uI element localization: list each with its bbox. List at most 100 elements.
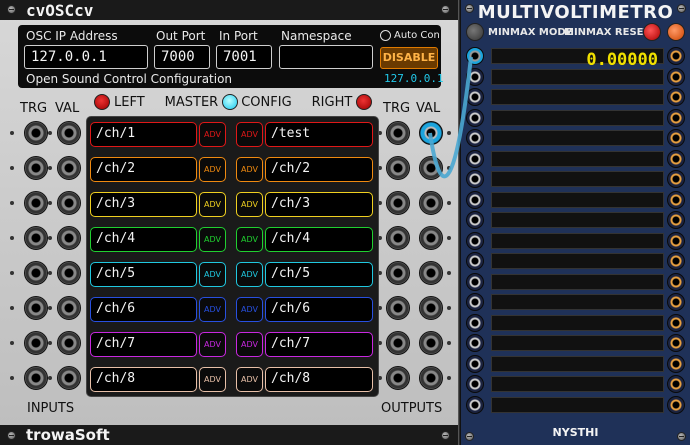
voltmeter-input-jack[interactable]	[466, 334, 484, 352]
input-address-field[interactable]: /ch/1	[90, 122, 197, 147]
output-address-field[interactable]: /ch/5	[265, 262, 373, 287]
voltmeter-input-jack[interactable]	[466, 170, 484, 188]
voltmeter-input-jack[interactable]	[466, 272, 484, 291]
voltmeter-output-jack[interactable]	[667, 272, 685, 291]
voltmeter-input-jack[interactable]	[466, 88, 484, 106]
ch1-trg-output-jack[interactable]	[386, 121, 410, 145]
input-adv-button[interactable]: ADV	[199, 297, 226, 322]
ch7-trg-input-jack[interactable]	[24, 331, 48, 355]
voltmeter-output-jack[interactable]	[667, 67, 685, 86]
ch8-val-output-jack[interactable]	[419, 366, 443, 390]
voltmeter-output-jack[interactable]	[667, 108, 685, 127]
ch1-val-input-jack[interactable]	[57, 121, 81, 145]
ch3-trg-input-jack[interactable]	[24, 191, 48, 215]
in-port-field[interactable]: 7001	[216, 45, 272, 69]
input-address-field[interactable]: /ch/4	[90, 227, 197, 252]
ch7-val-input-jack[interactable]	[57, 331, 81, 355]
input-adv-button[interactable]: ADV	[199, 227, 226, 252]
voltmeter-input-jack[interactable]	[466, 375, 484, 393]
ch4-val-input-jack[interactable]	[57, 226, 81, 250]
input-address-field[interactable]: /ch/6	[90, 297, 197, 322]
output-adv-button[interactable]: ADV	[236, 227, 263, 252]
output-adv-button[interactable]: ADV	[236, 262, 263, 287]
minmax-mode-knob[interactable]	[466, 23, 484, 41]
ch8-trg-output-jack[interactable]	[386, 366, 410, 390]
ch2-val-input-jack[interactable]	[57, 156, 81, 180]
voltmeter-output-jack[interactable]	[667, 129, 685, 147]
output-address-field[interactable]: /ch/7	[265, 332, 373, 357]
voltmeter-output-jack[interactable]	[667, 293, 685, 311]
output-adv-button[interactable]: ADV	[236, 192, 263, 217]
voltmeter-output-jack[interactable]	[667, 375, 685, 393]
voltmeter-input-jack[interactable]	[466, 190, 484, 209]
ch5-trg-output-jack[interactable]	[386, 261, 410, 285]
ch4-val-output-jack[interactable]	[419, 226, 443, 250]
ch3-trg-output-jack[interactable]	[386, 191, 410, 215]
ch6-trg-output-jack[interactable]	[386, 296, 410, 320]
config-led-button[interactable]	[222, 94, 239, 110]
voltmeter-input-jack[interactable]	[466, 47, 484, 65]
ch6-val-output-jack[interactable]	[419, 296, 443, 320]
input-adv-button[interactable]: ADV	[199, 332, 226, 357]
disable-button[interactable]: DISABLE	[380, 47, 438, 69]
ch8-trg-input-jack[interactable]	[24, 366, 48, 390]
ch3-val-output-jack[interactable]	[419, 191, 443, 215]
voltmeter-input-jack[interactable]	[466, 293, 484, 311]
input-address-field[interactable]: /ch/8	[90, 367, 197, 392]
ch2-trg-input-jack[interactable]	[24, 156, 48, 180]
output-adv-button[interactable]: ADV	[236, 157, 263, 182]
voltmeter-input-jack[interactable]	[466, 252, 484, 270]
ch6-trg-input-jack[interactable]	[24, 296, 48, 320]
output-address-field[interactable]: /ch/3	[265, 192, 373, 217]
output-adv-button[interactable]: ADV	[236, 332, 263, 357]
output-adv-button[interactable]: ADV	[236, 367, 263, 392]
auto-con-checkbox[interactable]: Auto Con	[380, 30, 440, 41]
voltmeter-output-jack[interactable]	[667, 313, 685, 332]
voltmeter-input-jack[interactable]	[466, 313, 484, 332]
voltmeter-output-jack[interactable]	[667, 334, 685, 352]
voltmeter-input-jack[interactable]	[466, 67, 484, 86]
right-expander-led-button[interactable]	[356, 94, 373, 110]
ip-address-field[interactable]: 127.0.0.1	[24, 45, 148, 69]
ch7-trg-output-jack[interactable]	[386, 331, 410, 355]
voltmeter-output-jack[interactable]	[667, 252, 685, 270]
ch2-trg-output-jack[interactable]	[386, 156, 410, 180]
ch1-trg-input-jack[interactable]	[24, 121, 48, 145]
output-adv-button[interactable]: ADV	[236, 122, 263, 147]
ch6-val-input-jack[interactable]	[57, 296, 81, 320]
voltmeter-input-jack[interactable]	[466, 149, 484, 168]
voltmeter-input-jack[interactable]	[466, 231, 484, 250]
voltmeter-input-jack[interactable]	[466, 354, 484, 373]
ch5-val-output-jack[interactable]	[419, 261, 443, 285]
voltmeter-input-jack[interactable]	[466, 129, 484, 147]
voltmeter-output-jack[interactable]	[667, 170, 685, 188]
input-adv-button[interactable]: ADV	[199, 262, 226, 287]
ch4-trg-input-jack[interactable]	[24, 226, 48, 250]
voltmeter-output-jack[interactable]	[667, 149, 685, 168]
left-expander-led-button[interactable]	[94, 94, 110, 110]
ch8-val-input-jack[interactable]	[57, 366, 81, 390]
output-address-field[interactable]: /ch/8	[265, 367, 373, 392]
ch1-val-output-jack[interactable]	[419, 121, 443, 145]
namespace-field[interactable]	[279, 45, 373, 69]
ch4-trg-output-jack[interactable]	[386, 226, 410, 250]
ch5-val-input-jack[interactable]	[57, 261, 81, 285]
ch7-val-output-jack[interactable]	[419, 331, 443, 355]
voltmeter-output-jack[interactable]	[667, 88, 685, 106]
output-address-field[interactable]: /ch/4	[265, 227, 373, 252]
voltmeter-output-jack[interactable]	[667, 211, 685, 229]
minmax-reset-button[interactable]	[643, 23, 661, 41]
voltmeter-input-jack[interactable]	[466, 211, 484, 229]
output-adv-button[interactable]: ADV	[236, 297, 263, 322]
input-address-field[interactable]: /ch/3	[90, 192, 197, 217]
ch5-trg-input-jack[interactable]	[24, 261, 48, 285]
ch3-val-input-jack[interactable]	[57, 191, 81, 215]
output-address-field[interactable]: /ch/2	[265, 157, 373, 182]
ch2-val-output-jack[interactable]	[419, 156, 443, 180]
voltmeter-input-jack[interactable]	[466, 108, 484, 127]
input-adv-button[interactable]: ADV	[199, 367, 226, 392]
voltmeter-output-jack[interactable]	[667, 47, 685, 65]
input-adv-button[interactable]: ADV	[199, 122, 226, 147]
input-adv-button[interactable]: ADV	[199, 157, 226, 182]
voltmeter-output-jack[interactable]	[667, 395, 685, 414]
